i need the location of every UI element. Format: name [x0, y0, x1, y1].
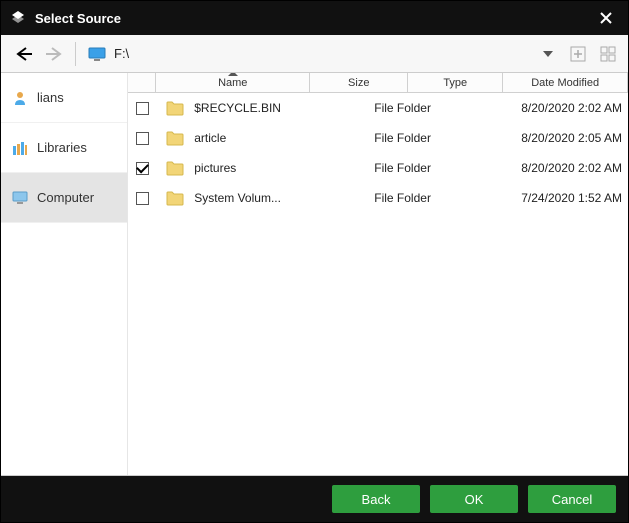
- column-type[interactable]: Type: [408, 73, 503, 92]
- folder-icon: [166, 130, 184, 146]
- toolbar: F:\: [1, 35, 628, 73]
- file-row[interactable]: pictures File Folder8/20/2020 2:02 AM: [128, 153, 628, 183]
- file-date: 7/24/2020 1:52 AM: [515, 191, 628, 205]
- path-text: F:\: [114, 46, 129, 61]
- column-name[interactable]: Name: [156, 73, 310, 92]
- back-button[interactable]: [9, 40, 39, 68]
- file-list: Name Size Type Date Modified $RECYCLE.BI…: [128, 73, 628, 475]
- main-area: lians Libraries Computer Name Size Type: [1, 73, 628, 476]
- drive-icon: [88, 47, 106, 61]
- toolbar-separator: [75, 42, 76, 66]
- file-type: File Folder: [368, 101, 515, 115]
- titlebar: Select Source: [1, 1, 628, 35]
- file-type: File Folder: [368, 131, 515, 145]
- libraries-icon: [11, 139, 29, 157]
- user-icon: [11, 89, 29, 107]
- sidebar: lians Libraries Computer: [1, 73, 128, 475]
- file-row[interactable]: article File Folder8/20/2020 2:05 AM: [128, 123, 628, 153]
- file-date: 8/20/2020 2:02 AM: [515, 101, 628, 115]
- sidebar-item-label: lians: [37, 90, 64, 105]
- file-name: $RECYCLE.BIN: [194, 101, 281, 115]
- cancel-button[interactable]: Cancel: [528, 485, 616, 513]
- file-type: File Folder: [368, 161, 515, 175]
- back-footer-button[interactable]: Back: [332, 485, 420, 513]
- window-title: Select Source: [35, 11, 592, 26]
- row-checkbox[interactable]: [136, 132, 149, 145]
- column-date[interactable]: Date Modified: [503, 73, 628, 92]
- column-headers: Name Size Type Date Modified: [128, 73, 628, 93]
- file-date: 8/20/2020 2:02 AM: [515, 161, 628, 175]
- file-row[interactable]: $RECYCLE.BIN File Folder8/20/2020 2:02 AM: [128, 93, 628, 123]
- new-folder-button[interactable]: [566, 42, 590, 66]
- file-rows: $RECYCLE.BINFile Folder8/20/2020 2:02 AM…: [128, 93, 628, 475]
- app-logo-icon: [9, 9, 27, 27]
- file-row[interactable]: System Volum... File Folder7/24/2020 1:52…: [128, 183, 628, 213]
- footer: Back OK Cancel: [1, 476, 628, 522]
- file-type: File Folder: [368, 191, 515, 205]
- folder-icon: [166, 100, 184, 116]
- sidebar-item-label: Computer: [37, 190, 94, 205]
- file-date: 8/20/2020 2:05 AM: [515, 131, 628, 145]
- file-name: pictures: [194, 161, 236, 175]
- view-button[interactable]: [596, 42, 620, 66]
- column-size[interactable]: Size: [310, 73, 408, 92]
- sidebar-item-libraries[interactable]: Libraries: [1, 123, 127, 173]
- folder-icon: [166, 190, 184, 206]
- sidebar-item-label: Libraries: [37, 140, 87, 155]
- path-display[interactable]: F:\: [82, 46, 530, 61]
- file-name: article: [194, 131, 226, 145]
- row-checkbox[interactable]: [136, 102, 149, 115]
- row-checkbox[interactable]: [136, 192, 149, 205]
- file-name: System Volum...: [194, 191, 281, 205]
- forward-button[interactable]: [39, 40, 69, 68]
- column-checkbox[interactable]: [128, 73, 156, 92]
- computer-icon: [11, 189, 29, 207]
- row-checkbox[interactable]: [136, 162, 149, 175]
- close-button[interactable]: [592, 4, 620, 32]
- sidebar-item-computer[interactable]: Computer: [1, 173, 127, 223]
- path-dropdown[interactable]: [536, 42, 560, 66]
- sidebar-item-user[interactable]: lians: [1, 73, 127, 123]
- folder-icon: [166, 160, 184, 176]
- ok-button[interactable]: OK: [430, 485, 518, 513]
- select-source-window: Select Source F:\: [0, 0, 629, 523]
